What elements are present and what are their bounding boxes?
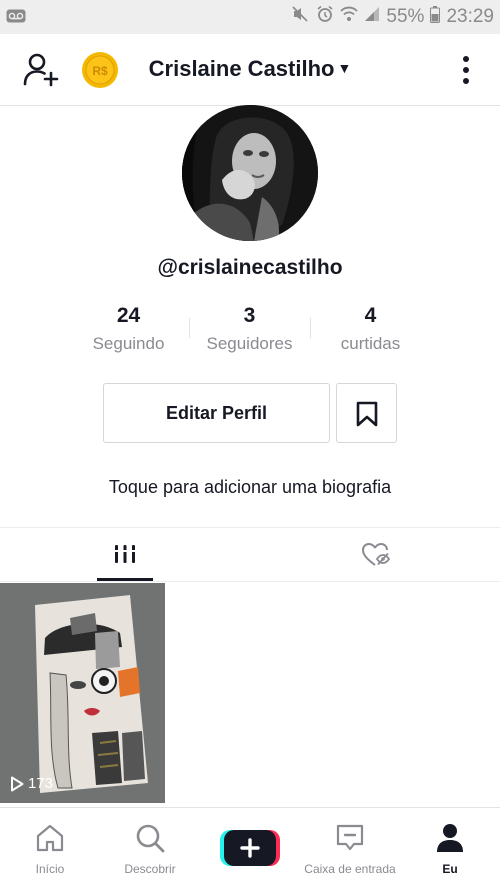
grid-icon: [114, 545, 136, 563]
stat-label: curtidas: [340, 334, 401, 353]
stat-following[interactable]: 24 Seguindo: [68, 302, 189, 354]
liked-hidden-icon: [362, 543, 391, 566]
search-icon: [136, 824, 165, 853]
inbox-icon: [336, 824, 364, 851]
mute-icon: [292, 6, 310, 28]
stat-likes[interactable]: 4 curtidas: [310, 302, 431, 354]
nav-home[interactable]: Início: [0, 808, 100, 889]
caret-down-icon: ▼: [337, 60, 352, 76]
page-title: Crislaine Castilho: [148, 56, 335, 81]
play-count: 173: [10, 775, 53, 792]
battery-percent: 55%: [386, 6, 425, 27]
nav-me-label: Eu: [442, 862, 458, 876]
profile-stats: 24 Seguindo 3 Seguidores 4 curtidas: [68, 302, 432, 362]
username: @crislainecastilho: [157, 256, 343, 279]
stat-label: Seguidores: [206, 334, 293, 353]
stat-label: Seguindo: [92, 334, 165, 353]
profile-header: R$ Crislaine Castilho ▼: [0, 34, 500, 106]
account-switcher[interactable]: Crislaine Castilho ▼: [0, 56, 500, 82]
edit-profile-button[interactable]: Editar Perfil: [103, 383, 330, 443]
battery-icon: [430, 5, 441, 29]
avatar[interactable]: [182, 105, 318, 241]
signal-icon: [364, 6, 380, 28]
voicemail-icon: [6, 9, 26, 23]
play-count-value: 173: [28, 775, 54, 792]
nav-home-label: Início: [35, 862, 65, 876]
plus-icon: [220, 830, 280, 866]
profile-tabs: [0, 527, 500, 582]
bio-prompt[interactable]: Toque para adicionar uma biografia: [0, 477, 500, 498]
video-thumbnail[interactable]: 173: [0, 583, 165, 803]
tab-liked[interactable]: [345, 528, 407, 582]
play-icon: [11, 776, 24, 791]
wifi-icon: [340, 6, 359, 28]
favorites-button[interactable]: [336, 383, 397, 443]
clock: 23:29: [446, 6, 494, 27]
home-icon: [36, 824, 64, 852]
create-video-button[interactable]: [220, 828, 280, 868]
nav-discover[interactable]: Descobrir: [100, 808, 200, 889]
nav-inbox[interactable]: Caixa de entrada: [300, 808, 400, 889]
stat-value: 3: [243, 304, 256, 327]
bookmark-icon: [356, 401, 378, 427]
tab-videos[interactable]: [97, 528, 153, 582]
more-options-icon[interactable]: [458, 54, 474, 86]
nav-discover-label: Descobrir: [124, 862, 176, 876]
video-thumbnail-image: [0, 583, 165, 803]
nav-inbox-label: Caixa de entrada: [304, 862, 396, 876]
stat-followers[interactable]: 3 Seguidores: [189, 302, 310, 354]
profile-icon: [437, 824, 463, 852]
stat-value: 4: [364, 304, 377, 327]
alarm-icon: [316, 5, 334, 29]
status-bar: 55% 23:29: [0, 0, 500, 34]
nav-me[interactable]: Eu: [400, 808, 500, 889]
stat-value: 24: [116, 304, 141, 327]
bottom-navigation: Início Descobrir Caixa de entrada Eu: [0, 807, 500, 889]
active-tab-indicator: [97, 578, 153, 581]
